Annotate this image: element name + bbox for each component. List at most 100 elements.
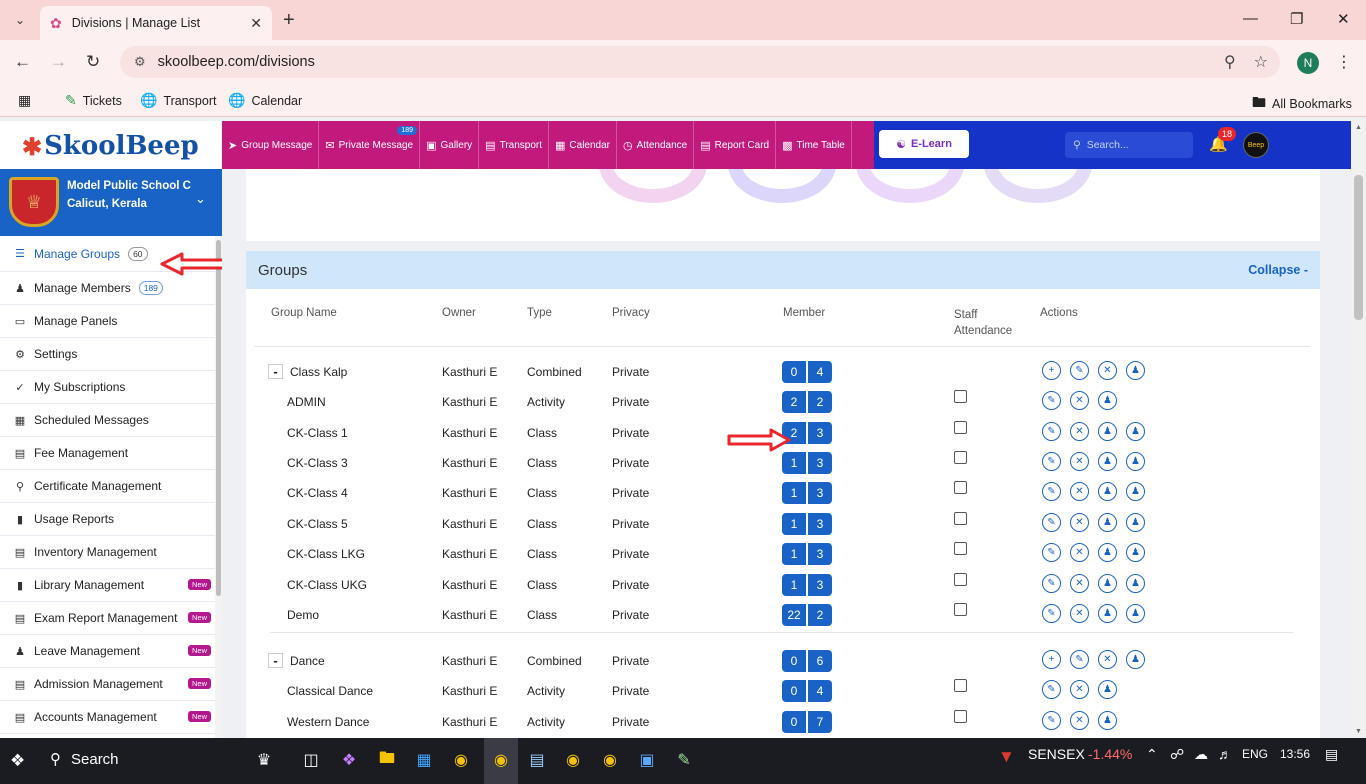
tray-chevron-icon[interactable]: ⌃ [1146,746,1158,763]
taskbar-search[interactable]: ⚲ Search [50,750,119,769]
group-name[interactable]: CK-Class 1 [287,426,348,440]
member-counts[interactable]: 06 [782,650,832,672]
edit-icon[interactable]: ✎ [1042,574,1061,593]
delete-icon[interactable]: ✕ [1098,650,1117,669]
group-name[interactable]: ADMIN [287,395,326,409]
member-counts[interactable]: 13 [782,482,832,504]
member-counts[interactable]: 13 [782,513,832,535]
staff-attendance-checkbox[interactable] [954,542,967,555]
sidebar-item-library-management[interactable]: ▮ Library Management New [0,569,215,602]
edit-icon[interactable]: ✎ [1042,604,1061,623]
members-icon[interactable]: ♟ [1098,422,1117,441]
members-icon[interactable]: ♟ [1098,680,1117,699]
store-icon[interactable]: ▦ [411,746,437,774]
group-members-icon[interactable]: ♟ [1126,513,1145,532]
group-members-icon[interactable]: ♟ [1126,482,1145,501]
members-icon[interactable]: ♟ [1098,711,1117,730]
edit-icon[interactable]: ✎ [1070,650,1089,669]
member-counts[interactable]: 13 [782,543,832,565]
browser-menu-icon[interactable]: ⋮ [1336,52,1352,72]
edit-icon[interactable]: ✎ [1042,422,1061,441]
delete-icon[interactable]: ✕ [1070,543,1089,562]
bookmark-tickets[interactable]: ✎ Tickets [65,92,122,109]
nav-private-message[interactable]: ✉ Private Message 189 [319,121,421,169]
meet-icon[interactable]: ☍ [1170,746,1184,763]
close-window-icon[interactable]: ✕ [1337,10,1350,28]
sensex-label[interactable]: SENSEX [1028,746,1085,762]
sidebar-item-manage-panels[interactable]: ▭ Manage Panels [0,305,215,338]
nav-time-table[interactable]: ▩ Time Table [776,121,852,169]
paint-icon[interactable]: ✎ [671,746,697,774]
staff-attendance-checkbox[interactable] [954,390,967,403]
delete-icon[interactable]: ✕ [1070,711,1089,730]
chrome-profile-icon[interactable]: ◉ [560,746,586,774]
collapse-toggle[interactable]: - [268,364,283,379]
profile-avatar[interactable]: N [1297,52,1319,74]
back-icon[interactable]: ← [14,52,31,72]
members-icon[interactable]: ♟ [1098,513,1117,532]
edit-icon[interactable]: ✎ [1042,391,1061,410]
reload-icon[interactable]: ↻ [86,52,100,72]
file-explorer-icon[interactable]: 🖿 [374,746,400,774]
new-tab-icon[interactable]: + [283,9,295,32]
tab-close-icon[interactable]: ✕ [250,15,262,32]
edit-icon[interactable]: ✎ [1042,711,1061,730]
delete-icon[interactable]: ✕ [1098,361,1117,380]
network-icon[interactable]: ☁ [1194,746,1208,763]
members-icon[interactable]: ♟ [1098,543,1117,562]
sidebar-item-usage-reports[interactable]: ▮ Usage Reports [0,503,215,536]
group-members-icon[interactable]: ♟ [1126,574,1145,593]
nav-calendar[interactable]: ▦ Calendar [549,121,617,169]
staff-attendance-checkbox[interactable] [954,679,967,692]
member-counts[interactable]: 13 [782,574,832,596]
bookmark-star-icon[interactable]: ☆ [1254,52,1268,72]
clock[interactable]: 13:56 [1280,747,1310,761]
page-scrollbar[interactable]: ▲ ▼ [1351,121,1366,738]
url-omnibox[interactable]: ⚙ skoolbeep.com/divisions ⚲ ☆ [120,46,1280,78]
group-members-icon[interactable]: ♟ [1126,422,1145,441]
sidebar-item-fee-management[interactable]: ▤ Fee Management [0,437,215,470]
site-info-icon[interactable]: ⚙ [134,54,146,70]
member-counts[interactable]: 22 [782,391,832,413]
members-icon[interactable]: ♟ [1126,361,1145,380]
group-name[interactable]: Demo [287,608,319,622]
scroll-up-icon[interactable]: ▲ [1355,124,1362,131]
scroll-down-icon[interactable]: ▼ [1355,728,1362,735]
staff-attendance-checkbox[interactable] [954,710,967,723]
sidebar-scrollbar[interactable] [215,236,222,738]
sidebar-item-accounts-management[interactable]: ▤ Accounts Management New [0,701,215,734]
all-bookmarks[interactable]: 🖿 All Bookmarks [1252,92,1352,116]
delete-icon[interactable]: ✕ [1070,452,1089,471]
nav-gallery[interactable]: ▣ Gallery [420,121,480,169]
member-counts[interactable]: 04 [782,680,832,702]
language-indicator[interactable]: ENG [1242,747,1268,761]
sidebar-item-settings[interactable]: ⚙ Settings [0,338,215,371]
page-scroll-thumb[interactable] [1354,175,1363,320]
group-name[interactable]: CK-Class UKG [287,578,367,592]
group-members-icon[interactable]: ♟ [1126,452,1145,471]
copilot-art-icon[interactable]: ♛ [238,746,290,774]
sidebar-item-leave-management[interactable]: ♟ Leave Management New [0,635,215,668]
group-name[interactable]: Dance [290,654,325,668]
header-search-input[interactable]: ⚲ Search... [1065,132,1193,158]
sidebar-item-inventory-management[interactable]: ▤ Inventory Management [0,536,215,569]
school-switcher[interactable]: ♕ Model Public School C Calicut, Kerala … [0,169,222,236]
bookmark-calendar[interactable]: 🌐 Calendar [228,92,302,109]
collapse-toggle[interactable]: - [268,653,283,668]
members-icon[interactable]: ♟ [1098,482,1117,501]
staff-attendance-checkbox[interactable] [954,481,967,494]
edit-icon[interactable]: ✎ [1042,543,1061,562]
add-icon[interactable]: + [1042,361,1061,380]
elearn-button[interactable]: ☯ E-Learn [879,130,969,158]
group-name[interactable]: CK-Class 4 [287,486,348,500]
browser-tab[interactable]: ✿ Divisions | Manage List ✕ [40,6,272,40]
skoolbeep-logo[interactable]: ✱ SkoolBeep [22,129,222,163]
group-name[interactable]: Class Kalp [290,365,347,379]
sidebar-scroll-thumb[interactable] [216,240,221,596]
group-name[interactable]: CK-Class 3 [287,456,348,470]
group-name[interactable]: Western Dance [287,715,369,729]
group-name[interactable]: CK-Class 5 [287,517,348,531]
staff-attendance-checkbox[interactable] [954,603,967,616]
bookmark-transport[interactable]: 🌐 Transport [140,92,216,109]
members-icon[interactable]: ♟ [1098,604,1117,623]
